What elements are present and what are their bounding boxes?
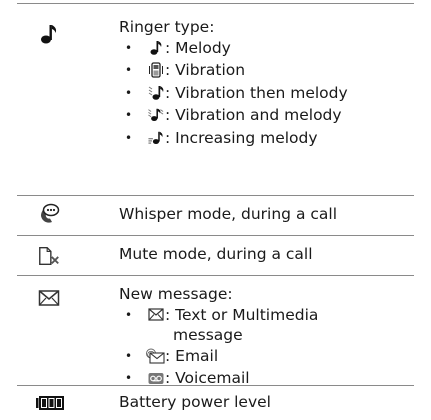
list-item: • : Melody (125, 37, 231, 60)
list-item: • : Vibration (125, 59, 245, 82)
vibration-then-melody-icon (148, 85, 164, 101)
list-item: • : Increasing melody (125, 127, 318, 150)
list-item-label: : Email (165, 346, 219, 365)
bullet: • (125, 307, 133, 322)
list-item-label: : Melody (165, 38, 231, 57)
list-item-label-continued: message (173, 325, 243, 344)
list-item: • : Vibration and melody (125, 104, 342, 127)
list-item: • : Text or Multimedia message (125, 304, 318, 345)
increasing-melody-icon (148, 130, 164, 146)
list-item-label: : Vibration then melody (165, 83, 348, 102)
melody-note-icon (148, 40, 164, 56)
vibration-icon (148, 62, 164, 78)
note-icon (37, 23, 61, 45)
vibration-and-melody-icon (148, 107, 164, 123)
bullet: • (125, 130, 133, 145)
email-icon: @ (145, 348, 165, 364)
bullet: • (125, 40, 133, 55)
voicemail-icon (148, 370, 164, 386)
row-title: Ringer type: (119, 18, 215, 36)
row-title: Whisper mode, during a call (119, 205, 338, 223)
mute-mode-icon (37, 245, 61, 267)
row-title: Mute mode, during a call (119, 245, 313, 263)
list-item: • @ : Email (125, 345, 233, 368)
row-mute-mode: Mute mode, during a call (17, 235, 414, 275)
row-battery: Battery power level (17, 385, 414, 419)
row-new-message: New message: • : Text or Multimedia mess… (17, 275, 414, 387)
whisper-mode-icon (37, 203, 61, 225)
list-item: • : Vibration then melody (125, 82, 348, 105)
row-title: Battery power level (119, 393, 271, 411)
list-item-label: : Increasing melody (165, 128, 318, 147)
row-whisper-mode: Whisper mode, during a call (17, 195, 414, 235)
bullet: • (125, 348, 133, 363)
battery-icon (35, 392, 65, 414)
bullet: • (125, 85, 133, 100)
bullet: • (125, 63, 133, 77)
row-ringer-type: Ringer type: • : Melody •: Vibration • … (17, 3, 414, 158)
envelope-icon (37, 287, 61, 309)
row-title: New message: (119, 285, 233, 303)
list-item-label: : Vibration (165, 61, 246, 79)
bullet: • (125, 108, 133, 122)
list-item-label: : Vibration and melody (165, 106, 342, 124)
envelope-small-icon (148, 307, 164, 323)
